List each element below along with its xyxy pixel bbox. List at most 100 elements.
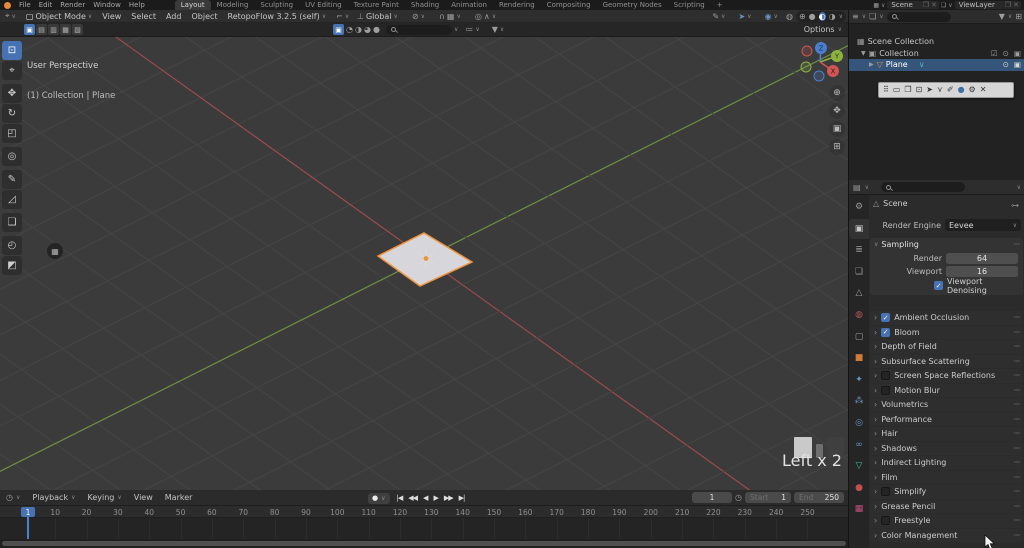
drag-handle-icon[interactable]: ══	[1014, 503, 1019, 510]
tool-preset-button[interactable]: ⌐∨	[331, 12, 354, 21]
close-icon[interactable]: ✕	[1013, 1, 1019, 9]
render-camera-icon[interactable]: ▣	[1014, 49, 1021, 58]
chevron-down-icon[interactable]: ∨	[948, 2, 952, 9]
outliner-search-input[interactable]	[887, 12, 951, 22]
clamp-icon[interactable]: ⋎	[937, 86, 943, 94]
workspace-tab-sculpting[interactable]: Sculpting	[254, 0, 299, 10]
workspace-tab-scripting[interactable]: Scripting	[668, 0, 711, 10]
play-button[interactable]: ▶	[432, 494, 438, 502]
chevron-down-icon[interactable]: ∨	[839, 13, 843, 20]
tab-texture[interactable]: ▦	[849, 499, 869, 519]
section-color-management[interactable]: ›Color Management══	[870, 529, 1023, 543]
collapse-arrow-icon[interactable]: ▶	[869, 61, 874, 68]
menu-window[interactable]: Window	[89, 1, 125, 9]
expand-arrow-icon[interactable]: ▼	[861, 50, 866, 57]
filter-funnel-icon[interactable]: ▼	[999, 12, 1005, 21]
gear-icon[interactable]: ⚙	[969, 86, 976, 94]
section-checkbox[interactable]	[881, 516, 890, 525]
section-depth-of-field[interactable]: ›Depth of Field══	[870, 340, 1023, 354]
section-performance[interactable]: ›Performance══	[870, 413, 1023, 427]
chevron-down-icon[interactable]: ∨	[879, 13, 883, 20]
gizmo-neg-z-axis[interactable]	[814, 71, 824, 81]
section-checkbox[interactable]: ✓	[881, 313, 890, 322]
drag-handle-icon[interactable]: ══	[1014, 517, 1019, 524]
drag-handle-icon[interactable]: ══	[1014, 459, 1019, 466]
viewport-menu-select[interactable]: Select	[126, 12, 161, 21]
section-grease-pencil[interactable]: ›Grease Pencil══	[870, 500, 1023, 514]
checkbox-icon[interactable]: ☑	[991, 49, 998, 58]
sphere-icon[interactable]: ●	[958, 86, 965, 94]
render-samples-field[interactable]: 64	[946, 253, 1018, 264]
transform-tool[interactable]: ◎	[2, 147, 22, 166]
filter-dropdown[interactable]: ▼∨	[487, 25, 510, 34]
mode-dropdown[interactable]: ▢Object Mode∨	[21, 12, 97, 21]
solid-shading-icon[interactable]: ●	[809, 12, 816, 21]
timeline-scrollbar-track[interactable]	[0, 539, 848, 548]
display-mode-icon[interactable]: ❏	[869, 12, 876, 21]
tab-modifiers[interactable]: ✦	[849, 370, 869, 390]
chevron-down-icon[interactable]: ∨	[454, 26, 458, 33]
jump-to-end-button[interactable]: ▶|	[458, 494, 466, 502]
render-engine-dropdown[interactable]: Eevee∨	[945, 219, 1021, 231]
next-keyframe-button[interactable]: ▶▶	[443, 494, 454, 502]
navigation-gizmo[interactable]: Z Y X	[794, 37, 846, 88]
select-extend-button[interactable]: ▤	[36, 24, 47, 35]
tab-tool[interactable]: ⚙	[849, 197, 869, 217]
drag-handle-icon[interactable]: ══	[1014, 329, 1019, 336]
eye-icon[interactable]: ⊙	[1003, 49, 1009, 58]
outliner-row-scene-collection[interactable]: ▦ Scene Collection	[849, 36, 1024, 48]
section-checkbox[interactable]: ✓	[881, 328, 890, 337]
zoom-icon[interactable]: ⊕	[829, 85, 845, 101]
viewport-denoising-checkbox[interactable]: ✓	[934, 281, 943, 290]
section-motion-blur[interactable]: ›Motion Blur══	[870, 384, 1023, 398]
workspace-tab-geometry-nodes[interactable]: Geometry Nodes	[597, 0, 668, 10]
sampling-panel-header[interactable]: ∨ Sampling ══	[870, 238, 1023, 251]
tab-material[interactable]: ●	[849, 478, 869, 498]
workspace-tab-shading[interactable]: Shading	[405, 0, 445, 10]
auto-keying-button[interactable]: ●∨	[368, 493, 390, 504]
outliner-editor-icon[interactable]: ≡	[852, 12, 859, 21]
current-frame-field[interactable]: 1	[692, 492, 732, 503]
rotate-tool[interactable]: ↻	[2, 104, 22, 123]
timeline-menu-keying[interactable]: Keying∨	[82, 493, 128, 502]
gizmo-neg-y-axis[interactable]	[801, 62, 811, 72]
tab-render[interactable]: ▣	[849, 219, 869, 239]
monitor-icon[interactable]: ⊡	[916, 86, 923, 94]
search-input[interactable]	[386, 25, 452, 35]
sphere-option-icon[interactable]: ◕	[364, 25, 371, 34]
tab-scene[interactable]: △	[849, 283, 869, 303]
workspace-tab-compositing[interactable]: Compositing	[541, 0, 597, 10]
eye-icon[interactable]: ⊙	[1003, 60, 1009, 69]
outliner-row-plane[interactable]: ▶ ▽ Plane ∨ ⊙ ▣	[849, 59, 1024, 71]
menu-file[interactable]: File	[15, 1, 35, 9]
section-freestyle[interactable]: ›Freestyle══	[870, 514, 1023, 528]
prev-keyframe-button[interactable]: ◀◀	[407, 494, 418, 502]
section-indirect-lighting[interactable]: ›Indirect Lighting══	[870, 456, 1023, 470]
new-collection-icon[interactable]: ⊞	[1015, 12, 1022, 21]
workspace-tab-rendering[interactable]: Rendering	[493, 0, 541, 10]
orientation-dropdown[interactable]: ⊥Global∨	[352, 12, 403, 21]
rendered-shading-icon[interactable]: ◑	[829, 12, 836, 21]
retopoflow-dropdown[interactable]: RetopoFlow 3.2.5 (self)∨	[223, 12, 332, 21]
wireframe-shading-icon[interactable]: ⊕	[799, 12, 806, 21]
gizmos-dropdown[interactable]: ➤∨	[733, 12, 756, 21]
drag-handle-icon[interactable]: ══	[1014, 372, 1019, 379]
drag-handle-icon[interactable]: ══	[1014, 387, 1019, 394]
playhead[interactable]	[27, 516, 29, 539]
tab-view-layer[interactable]: ❏	[849, 262, 869, 282]
section-hair[interactable]: ›Hair══	[870, 427, 1023, 441]
move-tool[interactable]: ✥	[2, 84, 22, 103]
chevron-down-icon[interactable]: ∨	[881, 2, 885, 9]
play-reverse-button[interactable]: ◀	[422, 494, 428, 502]
addon-tool-2-tool[interactable]: ◩	[2, 256, 22, 275]
viewport-menu-view[interactable]: View	[97, 12, 126, 21]
properties-editor-icon[interactable]: ▤	[853, 183, 861, 192]
timeline-editor-type-button[interactable]: ◷∨	[0, 493, 26, 502]
drag-handle-icon[interactable]: ══	[1014, 401, 1019, 408]
scale-tool[interactable]: ◰	[2, 124, 22, 143]
cursor-tool[interactable]: ⌖	[2, 61, 22, 80]
frame-end-field[interactable]: End250	[794, 492, 844, 503]
windows-overlap-icon[interactable]: ❐	[904, 86, 911, 94]
timeline-menu-view[interactable]: View	[128, 493, 159, 502]
toggle-ortho-icon[interactable]: ⊞	[829, 139, 845, 155]
